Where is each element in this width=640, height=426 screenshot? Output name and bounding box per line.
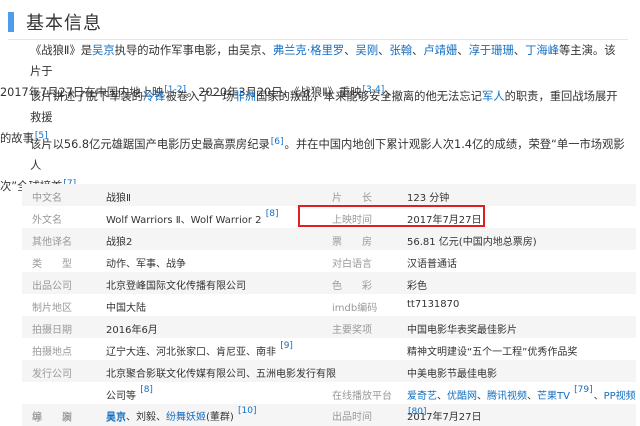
value-chinese-name: 战狼Ⅱ [106, 193, 131, 204]
link-iqiyi[interactable]: 爱奇艺 [407, 391, 437, 402]
separator: 、 [378, 44, 390, 57]
info-row: 拍摄日期 2016年6月 主要奖项 中国电影华表奖最佳影片 [22, 316, 636, 338]
text: 公司等 [106, 391, 136, 402]
value-box-office: 56.81 亿元(中国内地总票房) [407, 237, 537, 248]
link-zhanghan[interactable]: 张翰 [389, 44, 412, 57]
label-distributor: 发行公司 [32, 369, 72, 380]
value-shooting-date: 2016年6月 [106, 325, 158, 336]
link-wujing[interactable]: 吴京 [92, 44, 115, 57]
value-color: 彩色 [407, 281, 427, 292]
label-chinese-name: 中文名 [32, 193, 62, 204]
text: 执导的动作军事电影，由吴京、 [114, 44, 273, 57]
link-pp-video[interactable]: PP视频 [604, 391, 636, 402]
info-row: 拍摄地点 辽宁大连、河北张家口、肯尼亚、南非 [9] 精神文明建设“五个一工程”… [22, 338, 636, 360]
link-screenwriter-fenwu[interactable]: 纷舞妖姬 [166, 412, 206, 423]
info-row: 发行公司 北京聚合影联文化传媒有限公司、五洲电影发行有限 中美电影节最佳电影 [22, 360, 636, 382]
value-award-2: 精神文明建设“五个一工程”优秀作品奖 [407, 347, 578, 358]
info-row: 中文名 战狼Ⅱ 片 长 123 分钟 [22, 184, 636, 206]
release-date-highlight-box [298, 205, 485, 227]
separator: 、 [477, 391, 487, 402]
value-distributor: 北京聚合影联文化传媒有限公司、五洲电影发行有限 [106, 369, 336, 380]
label-production-date: 出品时间 [332, 412, 372, 423]
value-region: 中国大陆 [106, 303, 146, 314]
text: 该片讲述了脱下军装的 [30, 90, 143, 103]
link-wugang[interactable]: 吴刚 [356, 44, 379, 57]
separator: 、 [412, 44, 424, 57]
text: 被卷入了一场 [165, 90, 234, 103]
value-foreign-name: Wolf Warriors Ⅱ、Wolf Warrior 2 [8] [106, 209, 279, 226]
reference-link[interactable]: [6] [271, 137, 284, 147]
value-genre: 动作、军事、战争 [106, 259, 186, 270]
reference-link[interactable]: [8] [266, 209, 279, 219]
separator: 、 [527, 391, 537, 402]
separator: 、 [344, 44, 356, 57]
info-row: 类 型 动作、军事、战争 对白语言 汉语普通话 [22, 250, 636, 272]
value-language: 汉语普通话 [407, 259, 457, 270]
text: 国家的叛乱，本来能够安全撤离的他无法忘记 [256, 90, 482, 103]
separator: 、 [457, 44, 469, 57]
link-lengfeng[interactable]: 冷锋 [143, 90, 166, 103]
label-awards: 主要奖项 [332, 325, 372, 336]
link-mango-tv[interactable]: 芒果TV [537, 391, 570, 402]
info-row: 其他译名 战狼2 票 房 56.81 亿元(中国内地总票房) [22, 228, 636, 250]
info-row: 制片地区 中国大陆 imdb编码 tt7131870 [22, 294, 636, 316]
reference-link[interactable]: [8] [140, 385, 153, 395]
label-runtime: 片 长 [332, 193, 372, 204]
link-soldier[interactable]: 军人 [482, 90, 505, 103]
separator: 、 [513, 44, 526, 57]
section-header: 基本信息 [8, 6, 634, 40]
text: 该片以56.8亿元雄踞国产电影历史最高票房纪录 [30, 138, 270, 151]
value-shooting-location: 辽宁大连、河北张家口、肯尼亚、南非 [9] [106, 341, 294, 358]
label-region: 制片地区 [32, 303, 72, 314]
info-row: 公司等 [8] 在线播放平台 爱奇艺、优酷网、腾讯视频、芒果TV [79]、PP… [22, 382, 636, 404]
value-other-names: 战狼2 [106, 237, 133, 248]
value-streaming: 爱奇艺、优酷网、腾讯视频、芒果TV [79]、PP视频 [407, 385, 636, 402]
label-color: 色 彩 [332, 281, 372, 292]
text: (董群) [206, 412, 234, 423]
value-award-1: 中国电影华表奖最佳影片 [407, 325, 517, 336]
value-award-3: 中美电影节最佳电影 [407, 369, 497, 380]
link-tencent-video[interactable]: 腾讯视频 [487, 391, 527, 402]
link-africa[interactable]: 非洲 [233, 90, 256, 103]
value-imdb: tt7131870 [407, 299, 460, 310]
label-shooting-date: 拍摄日期 [32, 325, 72, 336]
link-lujingshan[interactable]: 卢靖姗 [423, 44, 457, 57]
label-imdb: imdb编码 [332, 303, 378, 314]
text: 《战狼Ⅱ》是 [30, 44, 93, 57]
text: 的故事 [0, 132, 34, 145]
link-frank-grillo[interactable]: 弗兰克·格里罗 [273, 44, 344, 57]
value-screenwriter: 吴京、刘毅、纷舞妖姬(董群) [10] [106, 406, 257, 423]
label-shooting-location: 拍摄地点 [32, 347, 72, 358]
label-other-names: 其他译名 [32, 237, 72, 248]
reference-link[interactable]: [9] [280, 341, 293, 351]
value-runtime: 123 分钟 [407, 193, 450, 204]
reference-link[interactable]: [79] [574, 385, 592, 395]
separator: 、 [437, 391, 447, 402]
info-row: 出品公司 北京登峰国际文化传播有限公司 色 彩 彩色 [22, 272, 636, 294]
label-language: 对白语言 [332, 259, 372, 270]
label-foreign-name: 外文名 [32, 215, 62, 226]
label-streaming: 在线播放平台 [332, 391, 392, 402]
value-production-date: 2017年7月27日 [407, 412, 482, 423]
label-production-company: 出品公司 [32, 281, 72, 292]
link-dinghaifeng[interactable]: 丁海峰 [525, 44, 559, 57]
label-box-office: 票 房 [332, 237, 372, 248]
separator: 、 [593, 391, 604, 402]
info-row-screenwriter: 编 剧 吴京、刘毅、纷舞妖姬(董群) [10] 出品时间 2017年7月27日 [22, 404, 636, 424]
label-screenwriter: 编 剧 [32, 412, 72, 423]
link-chunyu-shanshan[interactable]: 淳于珊珊 [469, 44, 514, 57]
text: 、刘毅、 [126, 412, 166, 423]
value-distributor-cont: 公司等 [8] [106, 385, 154, 402]
label-genre: 类 型 [32, 259, 72, 270]
reference-link[interactable]: [10] [238, 406, 256, 416]
section-title: 基本信息 [26, 13, 102, 34]
text: 辽宁大连、河北张家口、肯尼亚、南非 [106, 347, 276, 358]
value-production-company: 北京登峰国际文化传播有限公司 [106, 281, 246, 292]
text: Wolf Warriors Ⅱ、Wolf Warrior 2 [106, 215, 262, 226]
link-youku[interactable]: 优酷网 [447, 391, 477, 402]
header-accent-bar [8, 12, 14, 32]
link-screenwriter-wujing[interactable]: 吴京 [106, 412, 126, 423]
